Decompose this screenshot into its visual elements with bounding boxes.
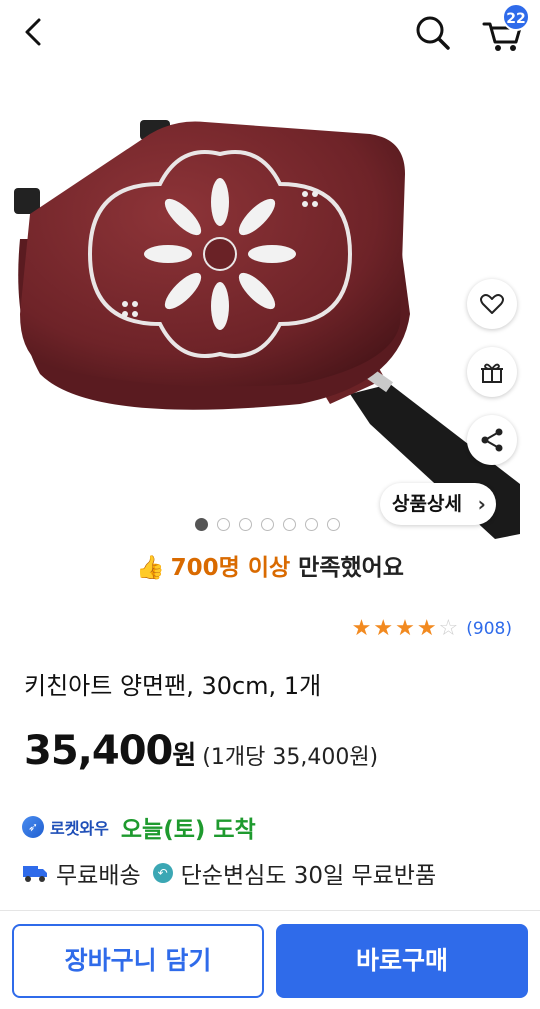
arrival-date: 오늘(토) 도착 bbox=[120, 817, 256, 843]
rocket-icon: ➶ bbox=[22, 816, 44, 838]
share-button[interactable] bbox=[467, 415, 517, 465]
add-to-cart-button[interactable]: 장바구니 담기 bbox=[12, 924, 264, 998]
product-image bbox=[14, 120, 520, 539]
rocket-badge: 로켓와우 bbox=[50, 819, 109, 838]
wishlist-button[interactable] bbox=[467, 279, 517, 329]
satisfaction-banner: 👍 700명 이상 만족했어요 bbox=[0, 548, 540, 582]
star-filled-icon: ★ bbox=[351, 616, 372, 641]
carousel-dot[interactable] bbox=[261, 518, 274, 531]
unit-price: (1개당 35,400원) bbox=[202, 745, 379, 770]
chevron-left-icon bbox=[25, 18, 41, 46]
bottom-action-bar: 장바구니 담기 바로구매 bbox=[0, 910, 540, 1009]
buy-now-button[interactable]: 바로구매 bbox=[276, 924, 528, 998]
back-button[interactable] bbox=[14, 12, 54, 52]
product-detail-label: 상품상세 bbox=[392, 493, 462, 515]
gift-icon bbox=[481, 363, 503, 383]
truck-icon bbox=[23, 866, 47, 882]
return-icon: ↶ bbox=[152, 863, 173, 883]
star-filled-icon: ★ bbox=[416, 616, 437, 641]
chevron-right-icon: › bbox=[477, 492, 486, 516]
star-filled-icon: ★ bbox=[395, 616, 415, 641]
share-icon bbox=[481, 428, 503, 452]
price-currency: 원 bbox=[172, 741, 197, 771]
shipping-info: 무료배송 ↶ 단순변심도 30일 무료반품 bbox=[22, 856, 436, 890]
top-bar: 22 bbox=[0, 0, 540, 64]
price-row: 35,400 원 (1개당 35,400원) bbox=[24, 728, 378, 774]
free-return: 단순변심도 30일 무료반품 bbox=[180, 863, 437, 889]
carousel-dot[interactable] bbox=[327, 518, 340, 531]
carousel-dot[interactable] bbox=[305, 518, 318, 531]
carousel-dot[interactable] bbox=[217, 518, 230, 531]
review-count[interactable]: (908) bbox=[466, 619, 512, 639]
search-icon bbox=[416, 16, 450, 50]
product-detail-button[interactable]: 상품상세 › bbox=[380, 483, 496, 525]
carousel-dot[interactable] bbox=[195, 518, 208, 531]
star-empty-icon: ☆ bbox=[438, 616, 459, 641]
free-shipping: 무료배송 bbox=[56, 863, 141, 889]
heart-icon bbox=[480, 294, 504, 314]
satisfaction-text: 만족했어요 bbox=[298, 555, 404, 581]
satisfaction-count: 700명 이상 bbox=[170, 555, 291, 581]
carousel-dot[interactable] bbox=[239, 518, 252, 531]
product-title: 키친아트 양면팬, 30cm, 1개 bbox=[24, 672, 322, 700]
search-button[interactable] bbox=[410, 10, 454, 54]
carousel-dots bbox=[195, 518, 340, 532]
star-filled-icon: ★ bbox=[373, 616, 394, 641]
thumbs-up-icon: 👍 bbox=[136, 555, 165, 581]
gift-button[interactable] bbox=[467, 347, 517, 397]
rating[interactable]: ★ ★ ★ ★ ☆ (908) bbox=[352, 615, 512, 643]
delivery-info: ➶ 로켓와우 오늘(토) 도착 bbox=[22, 810, 256, 844]
cart-count-badge: 22 bbox=[502, 3, 530, 31]
price: 35,400 bbox=[24, 728, 173, 774]
carousel-dot[interactable] bbox=[283, 518, 296, 531]
product-image-carousel[interactable] bbox=[0, 64, 540, 544]
